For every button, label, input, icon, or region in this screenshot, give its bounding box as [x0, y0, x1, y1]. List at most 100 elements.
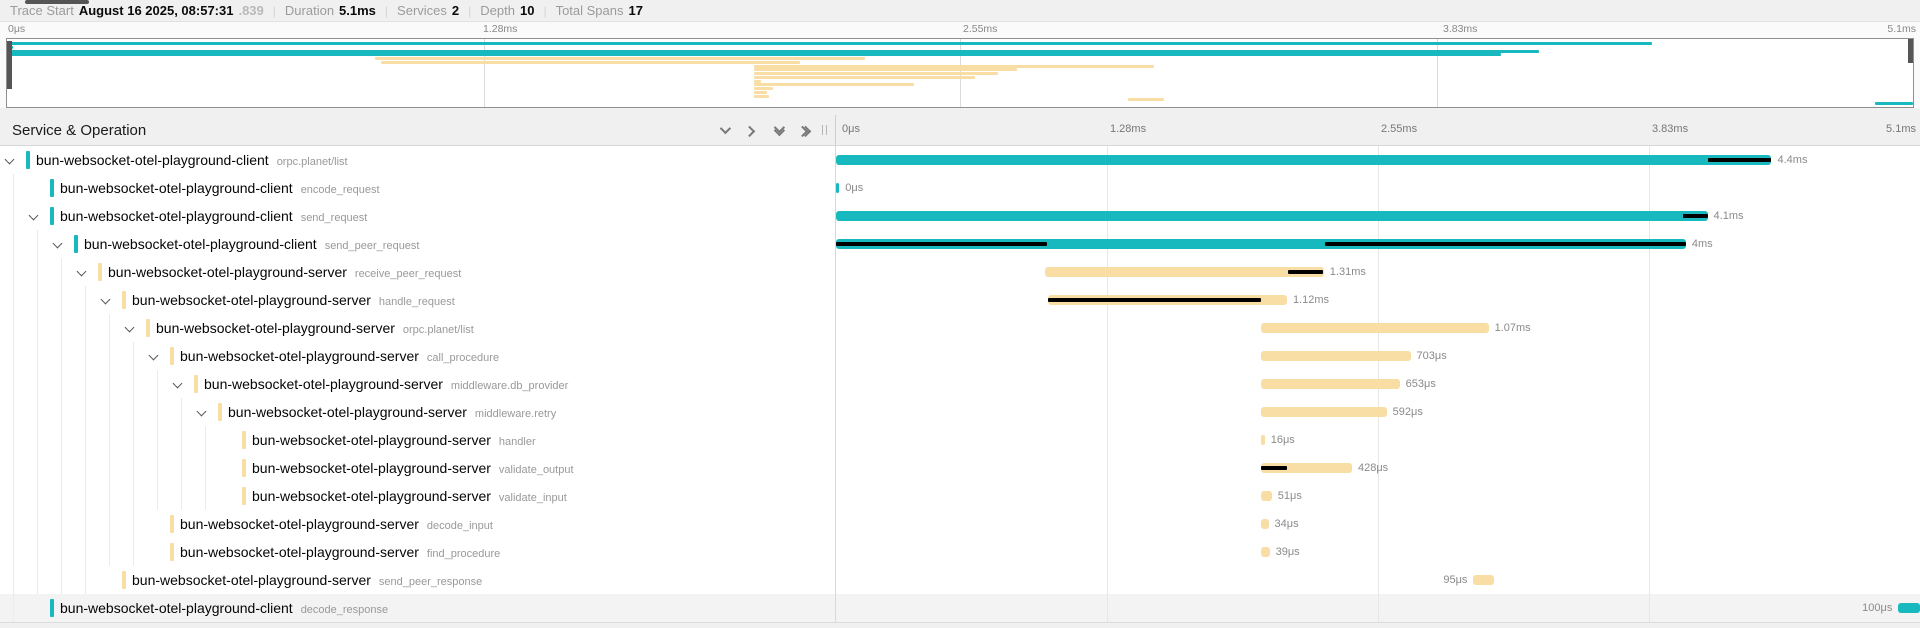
indent-guide: [205, 482, 206, 510]
chevron-down-icon[interactable]: [29, 211, 39, 221]
span-label-cell[interactable]: bun-websocket-otel-playground-serverorpc…: [0, 314, 836, 342]
chevron-down-icon[interactable]: [149, 351, 159, 361]
span-row: bun-websocket-otel-playground-serverdeco…: [0, 510, 1920, 538]
span-label-cell[interactable]: bun-websocket-otel-playground-serverdeco…: [0, 510, 836, 538]
span-row: bun-websocket-otel-playground-clientdeco…: [0, 594, 1920, 622]
span-color-bar: [50, 599, 54, 617]
span-bar[interactable]: [1261, 491, 1272, 501]
span-label-cell[interactable]: bun-websocket-otel-playground-servervali…: [0, 482, 836, 510]
trace-minimap[interactable]: [6, 38, 1914, 108]
span-timeline-cell: 4.4ms: [836, 146, 1920, 174]
indent-guide: [61, 370, 62, 398]
expand-one-level-button[interactable]: [715, 121, 733, 139]
indent-guide: [61, 566, 62, 594]
indent-guide: [109, 454, 110, 482]
indent-guide: [85, 286, 86, 314]
span-label-cell[interactable]: bun-websocket-otel-playground-serverfind…: [0, 538, 836, 566]
span-label: bun-websocket-otel-playground-clientsend…: [84, 230, 419, 258]
span-bar[interactable]: [1261, 435, 1265, 445]
span-label: bun-websocket-otel-playground-serverdeco…: [180, 510, 493, 538]
span-bar[interactable]: [836, 155, 1771, 165]
span-label-cell[interactable]: bun-websocket-otel-playground-serversend…: [0, 566, 836, 594]
span-label-cell[interactable]: bun-websocket-otel-playground-clientsend…: [0, 202, 836, 230]
span-label-cell[interactable]: bun-websocket-otel-playground-serverrece…: [0, 258, 836, 286]
chevron-down-icon[interactable]: [101, 295, 111, 305]
separator: |: [468, 4, 471, 18]
trace-total-spans: Total Spans 17: [556, 3, 643, 18]
span-duration-label: 428μs: [1358, 454, 1388, 482]
chevron-down-icon[interactable]: [53, 239, 63, 249]
span-bar[interactable]: [1045, 267, 1324, 277]
span-label-cell[interactable]: bun-websocket-otel-playground-servermidd…: [0, 398, 836, 426]
span-bar[interactable]: [1261, 407, 1387, 417]
span-bar[interactable]: [1898, 603, 1920, 613]
indent-guide: [85, 314, 86, 342]
column-resizer[interactable]: [822, 125, 827, 135]
span-operation-name: handle_request: [379, 296, 455, 308]
indent-guide: [13, 286, 14, 314]
span-timeline-cell: 653μs: [836, 370, 1920, 398]
indent-guide: [37, 230, 38, 258]
indent-guide: [13, 314, 14, 342]
span-row: bun-websocket-otel-playground-servermidd…: [0, 398, 1920, 426]
span-label: bun-websocket-otel-playground-servervali…: [252, 482, 567, 510]
collapse-all-button[interactable]: [796, 121, 814, 139]
span-bar[interactable]: [1261, 351, 1411, 361]
span-bar[interactable]: [1261, 547, 1270, 557]
span-duration-label: 95μs: [1443, 566, 1467, 594]
ruler-tick: 0μs: [8, 23, 25, 35]
span-color-bar: [242, 459, 246, 477]
span-label-cell[interactable]: bun-websocket-otel-playground-servervali…: [0, 454, 836, 482]
indent-guide: [181, 398, 182, 426]
span-service-name: bun-websocket-otel-playground-server: [156, 320, 395, 336]
span-bar[interactable]: [1473, 575, 1494, 585]
timeline-gridline: [1107, 342, 1108, 370]
depth-value: 10: [520, 3, 534, 18]
span-bar[interactable]: [1261, 379, 1400, 389]
chevron-down-icon[interactable]: [77, 267, 87, 277]
span-label-cell[interactable]: bun-websocket-otel-playground-serverhand…: [0, 286, 836, 314]
timeline-gridline: [1649, 510, 1650, 538]
span-label-cell[interactable]: bun-websocket-otel-playground-serverhand…: [0, 426, 836, 454]
span-duration-label: 703μs: [1417, 342, 1447, 370]
chevron-down-icon[interactable]: [5, 155, 15, 165]
scrollbar-thumb[interactable]: [25, 0, 89, 4]
span-service-name: bun-websocket-otel-playground-client: [60, 180, 293, 196]
span-label: bun-websocket-otel-playground-serverrece…: [108, 258, 461, 286]
span-label-cell[interactable]: bun-websocket-otel-playground-clientdeco…: [0, 594, 836, 622]
indent-guide: [109, 426, 110, 454]
minimap-span-bar: [1128, 98, 1164, 101]
span-label-cell[interactable]: bun-websocket-otel-playground-clientorpc…: [0, 146, 836, 174]
span-bar[interactable]: [1261, 323, 1489, 333]
minimap-left-handle[interactable]: [7, 41, 12, 89]
span-row: bun-websocket-otel-playground-servervali…: [0, 454, 1920, 482]
span-timeline-cell: 703μs: [836, 342, 1920, 370]
critical-path-segment: [1325, 242, 1686, 246]
indent-guide: [85, 398, 86, 426]
minimap-span-bar: [754, 83, 914, 86]
span-rows: bun-websocket-otel-playground-clientorpc…: [0, 146, 1920, 622]
span-label-cell[interactable]: bun-websocket-otel-playground-servermidd…: [0, 370, 836, 398]
span-service-name: bun-websocket-otel-playground-client: [60, 600, 293, 616]
span-label-cell[interactable]: bun-websocket-otel-playground-clientsend…: [0, 230, 836, 258]
span-label: bun-websocket-otel-playground-serverfind…: [180, 538, 500, 566]
indent-guide: [157, 370, 158, 398]
span-bar[interactable]: [1261, 519, 1269, 529]
span-label-cell[interactable]: bun-websocket-otel-playground-clientenco…: [0, 174, 836, 202]
span-duration-label: 34μs: [1275, 510, 1299, 538]
span-label-cell[interactable]: bun-websocket-otel-playground-servercall…: [0, 342, 836, 370]
chevron-down-icon[interactable]: [197, 407, 207, 417]
indent-guide: [133, 370, 134, 398]
indent-guide: [61, 510, 62, 538]
chevron-down-icon[interactable]: [125, 323, 135, 333]
span-bar[interactable]: [836, 211, 1708, 221]
chevron-down-icon[interactable]: [173, 379, 183, 389]
ruler-tick: 0μs: [842, 123, 860, 135]
minimap-right-handle[interactable]: [1908, 39, 1913, 63]
collapse-one-level-button[interactable]: [742, 121, 760, 139]
span-bar[interactable]: [836, 183, 839, 193]
expand-all-button[interactable]: [769, 121, 787, 139]
indent-guide: [37, 482, 38, 510]
trace-start-ms: .839: [238, 3, 263, 18]
span-operation-name: middleware.db_provider: [451, 380, 568, 392]
